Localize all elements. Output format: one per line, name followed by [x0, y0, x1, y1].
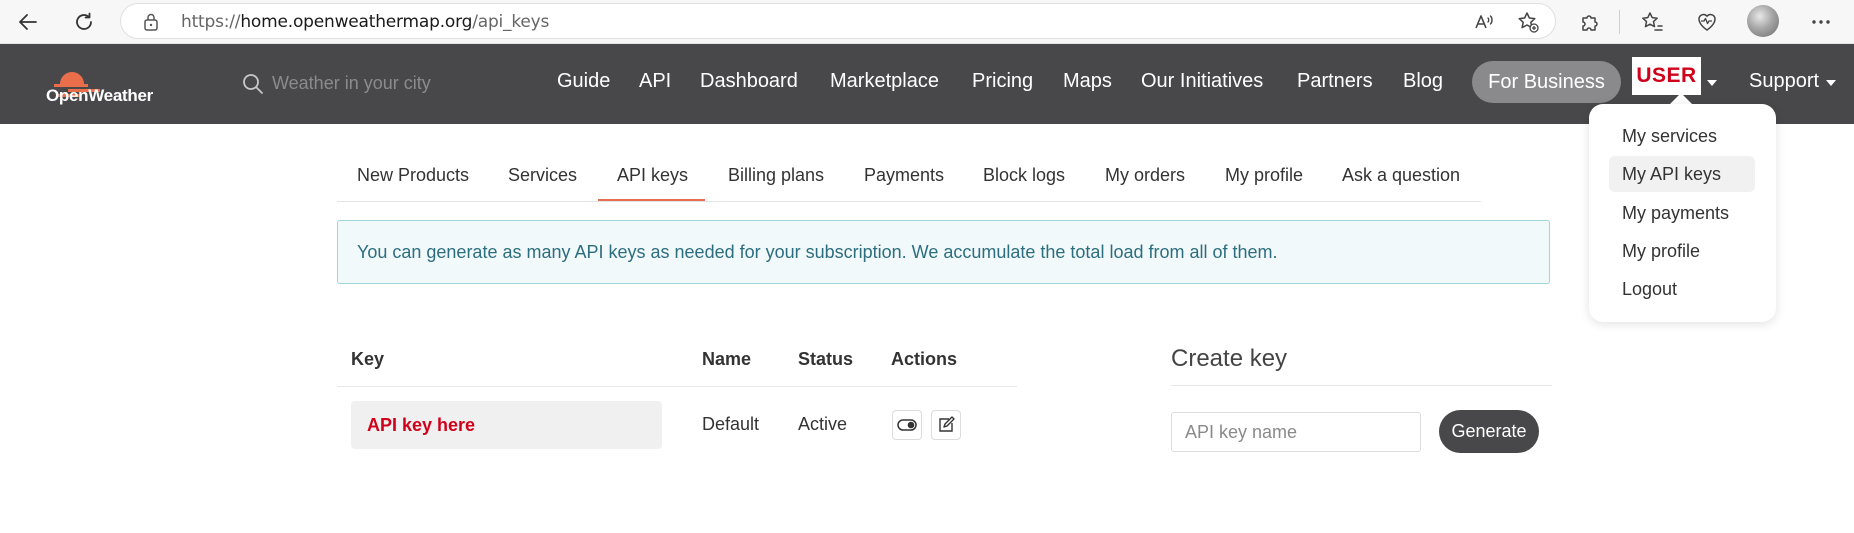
tab-billing-plans[interactable]: Billing plans: [728, 165, 824, 186]
tab-my-orders[interactable]: My orders: [1105, 165, 1185, 186]
url-text: https://home.openweathermap.org/api_keys: [181, 12, 549, 32]
toggle-key-button[interactable]: [892, 410, 922, 440]
url-path: /api_keys: [472, 12, 550, 32]
menu-item-my-api-keys[interactable]: My API keys: [1609, 156, 1755, 192]
nav-our-initiatives[interactable]: Our Initiatives: [1141, 70, 1263, 93]
tab-api-keys[interactable]: API keys: [617, 165, 688, 186]
puzzle-icon: [1582, 15, 1598, 31]
api-key-field[interactable]: API key here: [351, 401, 662, 449]
refresh-button[interactable]: [68, 6, 100, 38]
search-icon[interactable]: [242, 73, 264, 100]
favorites-button[interactable]: [1637, 7, 1667, 37]
create-key-divider: [1171, 385, 1552, 386]
browser-toolbar: https://home.openweathermap.org/api_keys: [0, 0, 1854, 44]
for-business-button[interactable]: For Business: [1472, 61, 1621, 103]
tab-services[interactable]: Services: [508, 165, 577, 186]
nav-blog[interactable]: Blog: [1403, 70, 1443, 93]
nav-guide[interactable]: Guide: [557, 70, 610, 93]
browser-essentials-button[interactable]: [1692, 7, 1722, 37]
column-header-status: Status: [798, 349, 854, 369]
tab-my-profile[interactable]: My profile: [1225, 165, 1303, 186]
toolbar-separator: [1619, 10, 1620, 34]
nav-marketplace[interactable]: Marketplace: [830, 70, 939, 93]
back-button[interactable]: [12, 6, 44, 38]
read-aloud-icon: [1475, 15, 1493, 29]
column-header-key: Key: [351, 349, 385, 369]
lock-icon[interactable]: [143, 12, 159, 32]
nav-support[interactable]: Support: [1749, 70, 1819, 93]
add-favorite-button[interactable]: [1513, 7, 1543, 37]
column-header-name: Name: [702, 349, 752, 369]
address-bar[interactable]: https://home.openweathermap.org/api_keys: [120, 3, 1556, 39]
alert-text: You can generate as many API keys as nee…: [357, 242, 1278, 262]
menu-item-my-payments[interactable]: My payments: [1609, 195, 1755, 231]
extensions-button[interactable]: [1575, 7, 1605, 37]
refresh-icon: [76, 12, 92, 30]
menu-item-my-services[interactable]: My services: [1609, 118, 1755, 154]
nav-maps[interactable]: Maps: [1063, 70, 1112, 93]
key-name-cell: Default: [702, 414, 760, 434]
favorites-icon: [1642, 12, 1663, 31]
table-header-divider: [337, 386, 1017, 387]
column-header-actions: Actions: [891, 349, 958, 369]
arrow-left-icon: [19, 14, 37, 30]
nav-partners[interactable]: Partners: [1297, 70, 1373, 93]
info-alert: You can generate as many API keys as nee…: [337, 220, 1550, 284]
url-scheme: https://: [181, 12, 241, 32]
tab-ask-a-question[interactable]: Ask a question: [1342, 165, 1460, 186]
site-header: OpenWeather Guide API Dashboard Marketpl…: [0, 44, 1854, 124]
url-host: home.openweathermap.org: [240, 12, 473, 32]
menu-item-logout[interactable]: Logout: [1609, 271, 1755, 307]
logo-text[interactable]: OpenWeather: [46, 86, 153, 106]
user-menu-toggle[interactable]: USER: [1632, 57, 1701, 95]
edit-key-button[interactable]: [931, 410, 961, 440]
read-aloud-button[interactable]: [1469, 7, 1499, 37]
nav-pricing[interactable]: Pricing: [972, 70, 1033, 93]
nav-dashboard[interactable]: Dashboard: [700, 70, 798, 93]
user-dropdown-menu: My services My API keys My payments My p…: [1589, 104, 1776, 322]
heart-pulse-icon: [1698, 13, 1716, 31]
profile-avatar[interactable]: [1747, 5, 1779, 37]
support-caret-icon[interactable]: [1826, 80, 1836, 86]
more-dots-icon: [1812, 20, 1830, 24]
city-search-input[interactable]: [272, 68, 452, 98]
star-add-icon: [1518, 12, 1539, 33]
menu-item-my-profile[interactable]: My profile: [1609, 233, 1755, 269]
generate-button[interactable]: Generate: [1439, 410, 1539, 453]
nav-api[interactable]: API: [639, 70, 671, 93]
more-menu-button[interactable]: [1806, 7, 1836, 37]
key-status-cell: Active: [798, 414, 848, 434]
api-key-value: API key here: [367, 415, 476, 435]
api-key-name-input[interactable]: [1171, 412, 1421, 452]
tab-block-logs[interactable]: Block logs: [983, 165, 1065, 186]
active-tab-indicator: [598, 199, 705, 201]
create-key-title: Create key: [1171, 345, 1288, 372]
tab-new-products[interactable]: New Products: [357, 165, 469, 186]
tab-payments[interactable]: Payments: [864, 165, 944, 186]
toggle-icon: [897, 419, 917, 431]
account-tabs: New Products Services API keys Billing p…: [337, 150, 1481, 202]
edit-icon: [939, 416, 955, 432]
user-menu-caret-icon[interactable]: [1707, 80, 1717, 86]
